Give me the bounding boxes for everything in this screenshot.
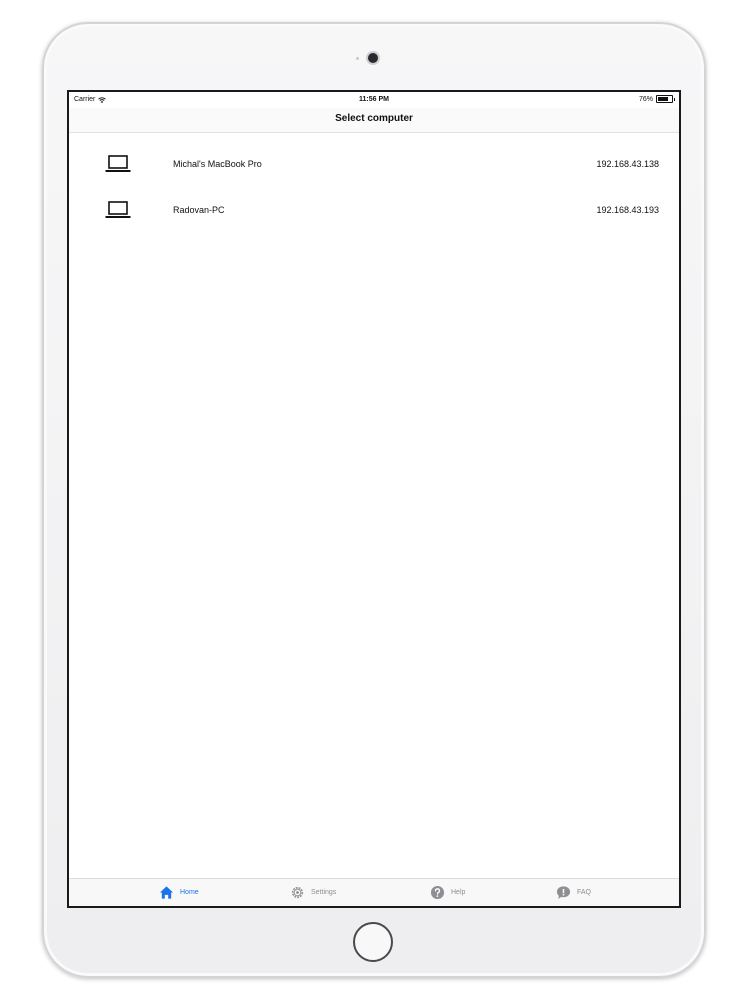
battery-icon (656, 95, 673, 103)
laptop-icon (105, 155, 131, 172)
gear-icon (291, 886, 304, 899)
home-hardware-button[interactable] (353, 922, 393, 962)
status-battery-group: 76% (639, 95, 675, 103)
front-sensor (356, 57, 359, 60)
home-icon (159, 886, 174, 899)
battery-tip (674, 97, 675, 101)
app-screen: Carrier 11:56 PM 76% Select computer Mic… (67, 90, 681, 908)
tab-label: Home (180, 889, 199, 896)
laptop-icon (105, 201, 131, 218)
computer-row[interactable]: Michal's MacBook Pro 192.168.43.138 (69, 142, 679, 188)
computer-name: Michal's MacBook Pro (173, 159, 262, 169)
front-camera (368, 53, 378, 63)
status-bar: Carrier 11:56 PM 76% (69, 92, 679, 108)
computer-row[interactable]: Radovan-PC 192.168.43.193 (69, 188, 679, 234)
computer-name: Radovan-PC (173, 205, 225, 215)
battery-percent: 76% (638, 95, 653, 103)
tab-home[interactable]: Home (159, 885, 199, 900)
tab-label: Settings (311, 889, 337, 896)
status-time: 11:56 PM (359, 96, 389, 103)
computer-list: Michal's MacBook Pro 192.168.43.138 Rado… (69, 142, 679, 234)
tab-help[interactable]: Help (430, 885, 465, 900)
tab-faq[interactable]: FAQ (556, 885, 591, 900)
tab-settings[interactable]: Settings (290, 885, 336, 900)
tab-bar: Home Settings Help FAQ (69, 878, 679, 906)
navigation-bar: Select computer (69, 108, 679, 133)
page-title: Select computer (335, 113, 413, 124)
computer-ip: 192.168.43.193 (596, 205, 659, 215)
chat-bubble-icon (556, 886, 571, 899)
tab-label: Help (451, 889, 466, 896)
battery-level-fill (658, 97, 668, 101)
tab-label: FAQ (577, 889, 592, 896)
computer-ip: 192.168.43.138 (596, 159, 659, 169)
question-icon (430, 885, 445, 900)
